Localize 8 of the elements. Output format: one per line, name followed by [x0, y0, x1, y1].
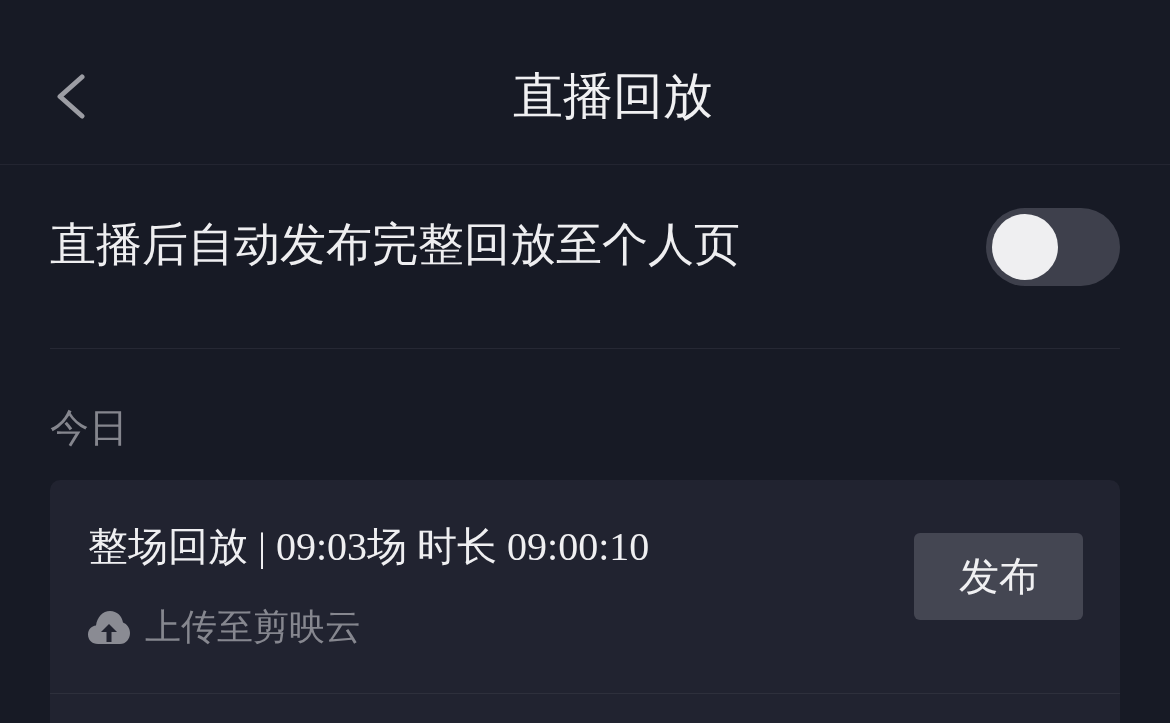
back-icon[interactable] [55, 73, 85, 119]
page-title: 直播回放 [512, 67, 713, 126]
section-heading: 今日 [50, 405, 129, 451]
replay-title: 整场回放 | 09:03场 时长 09:00:10 [88, 525, 650, 569]
setting-label: 直播后自动发布完整回放至个人页 [50, 217, 740, 272]
upload-status: 上传至剪映云 [145, 605, 361, 649]
cloud-upload-icon [88, 610, 130, 644]
publish-button[interactable]: 发布 [914, 533, 1083, 620]
